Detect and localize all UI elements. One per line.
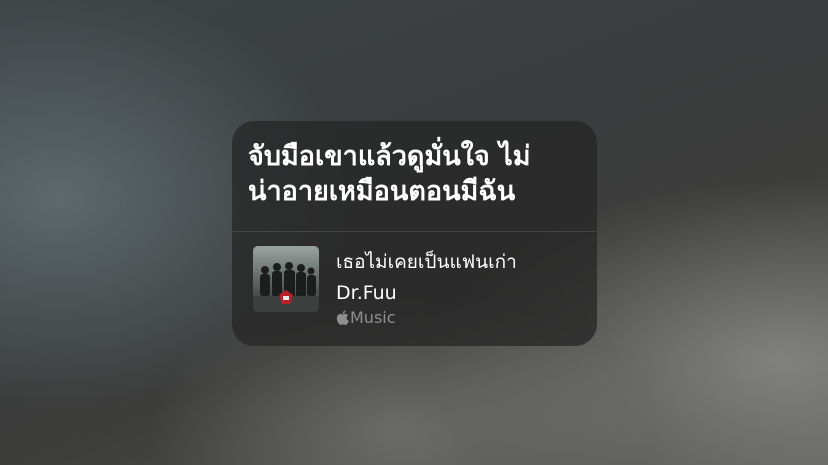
apple-music-label: Music [336, 308, 396, 328]
song-title[interactable]: เธอไม่เคยเป็นแฟนเก่า [336, 249, 517, 275]
album-art[interactable] [253, 246, 319, 312]
apple-logo-icon [336, 309, 349, 325]
lyric-line-1: จับมือเขาแล้วดูมั่นใจ ไม่ [248, 141, 531, 172]
lyric-line-2: น่าอายเหมือนตอนมีฉัน [248, 176, 516, 207]
album-art-image [253, 246, 319, 312]
service-name: Music [350, 308, 396, 327]
artist-name[interactable]: Dr.Fuu [336, 280, 397, 306]
card-divider [232, 231, 597, 232]
lyric-share-card[interactable]: จับมือเขาแล้วดูมั่นใจ ไม่ น่าอายเหมือนตอ… [232, 121, 597, 346]
lyric-text: จับมือเขาแล้วดูมั่นใจ ไม่ น่าอายเหมือนตอ… [248, 139, 588, 209]
